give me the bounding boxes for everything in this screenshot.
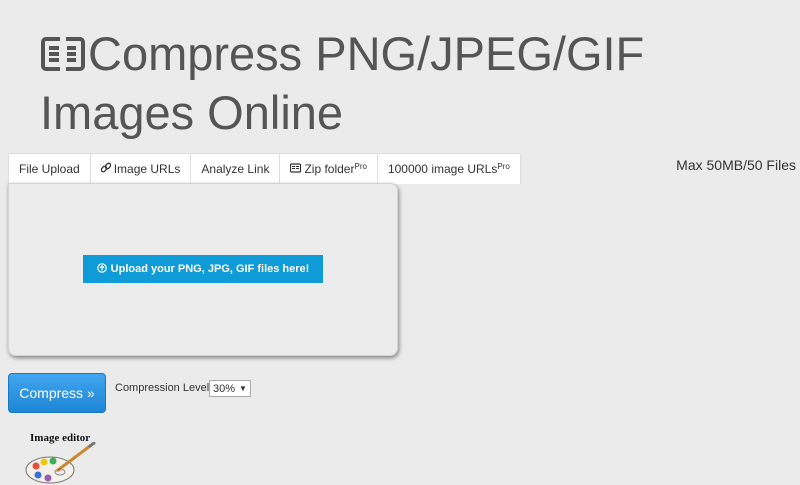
upload-circle-icon [96,262,107,276]
page-title: Compress PNG/JPEG/GIF Images Online [40,24,644,142]
dropdown-arrow-icon: ▼ [239,384,247,393]
compress-icon [41,36,85,71]
title-line-2: Images Online [40,86,344,139]
compression-level-value: 30% [213,382,236,395]
pro-badge: Pro [497,161,510,171]
link-icon [100,162,111,176]
image-editor-link[interactable]: Image editor [24,432,100,485]
tab-image-urls[interactable]: Image URLs [90,154,192,184]
upload-drop-zone[interactable]: Upload your PNG, JPG, GIF files here! [8,183,398,356]
title-line-1: Compress PNG/JPEG/GIF [88,27,645,80]
zip-icon [290,162,302,176]
compression-level-label: Compression Level: [115,382,213,394]
upload-button-label: Upload your PNG, JPG, GIF files here! [110,263,310,275]
tab-analyze-link[interactable]: Analyze Link [191,154,281,184]
upload-files-button[interactable]: Upload your PNG, JPG, GIF files here! [83,255,323,283]
tab-label: Zip folder [304,162,355,176]
tab-label: 100000 image URLs [387,162,498,176]
compress-button-label: Compress » [19,385,95,401]
tab-zip-folder[interactable]: Zip folder Pro [280,154,378,184]
pro-badge: Pro [354,161,367,171]
tab-file-upload[interactable]: File Upload [9,154,91,184]
tab-100000-image-urls[interactable]: 100000 image URLs Pro [377,154,520,184]
tab-label: Analyze Link [201,162,270,176]
compression-level-select[interactable]: 30% ▼ [209,380,251,397]
tab-label: Image URLs [113,162,181,176]
palette-icon [25,442,96,484]
file-limit-text: Max 50MB/50 Files [676,157,796,173]
upload-tabs: File Upload Image URLs Analyze Link Zip … [8,153,521,184]
tab-label: File Upload [19,162,80,176]
compress-button[interactable]: Compress » [8,373,106,413]
